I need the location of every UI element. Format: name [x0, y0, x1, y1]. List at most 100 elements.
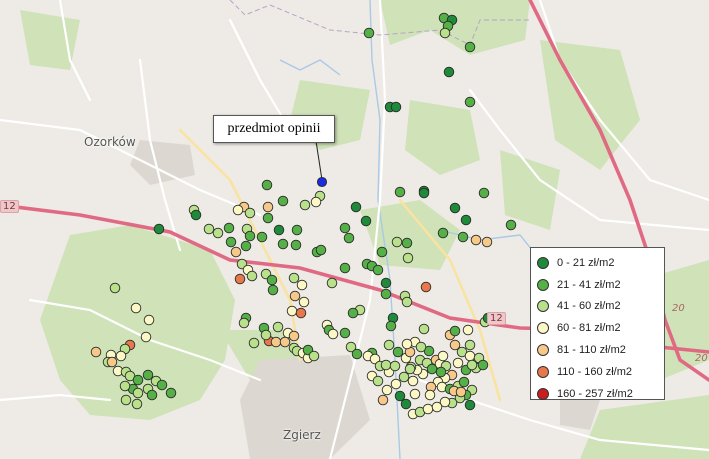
property-marker[interactable]: [449, 202, 461, 214]
property-marker[interactable]: [383, 339, 395, 351]
property-marker[interactable]: [462, 324, 474, 336]
property-marker[interactable]: [326, 277, 338, 289]
property-marker[interactable]: [339, 262, 351, 274]
property-marker[interactable]: [109, 282, 121, 294]
property-marker[interactable]: [248, 337, 260, 349]
property-marker[interactable]: [464, 350, 476, 362]
property-marker[interactable]: [339, 222, 351, 234]
property-marker[interactable]: [130, 302, 142, 314]
property-marker[interactable]: [308, 350, 320, 362]
property-marker[interactable]: [132, 387, 144, 399]
property-marker[interactable]: [424, 389, 436, 401]
property-marker[interactable]: [266, 274, 278, 286]
property-marker[interactable]: [390, 378, 402, 390]
property-marker[interactable]: [298, 296, 310, 308]
property-marker[interactable]: [398, 371, 410, 383]
property-marker[interactable]: [435, 366, 447, 378]
property-marker[interactable]: [132, 374, 144, 386]
property-marker[interactable]: [90, 346, 102, 358]
property-marker[interactable]: [431, 401, 443, 413]
property-marker[interactable]: [400, 398, 412, 410]
property-marker[interactable]: [131, 398, 143, 410]
property-marker[interactable]: [350, 201, 362, 213]
property-marker[interactable]: [146, 389, 158, 401]
property-marker[interactable]: [238, 317, 250, 329]
property-marker[interactable]: [153, 223, 165, 235]
property-marker[interactable]: [377, 394, 389, 406]
property-marker[interactable]: [273, 224, 285, 236]
property-marker[interactable]: [225, 236, 237, 248]
property-marker[interactable]: [464, 41, 476, 53]
property-marker[interactable]: [234, 273, 246, 285]
property-marker[interactable]: [481, 236, 493, 248]
property-marker[interactable]: [381, 384, 393, 396]
property-marker[interactable]: [439, 27, 451, 39]
property-marker[interactable]: [291, 224, 303, 236]
property-marker[interactable]: [232, 204, 244, 216]
property-marker[interactable]: [272, 321, 284, 333]
property-marker[interactable]: [246, 270, 258, 282]
property-marker[interactable]: [190, 209, 202, 221]
property-marker[interactable]: [343, 232, 355, 244]
property-marker[interactable]: [455, 386, 467, 398]
property-marker[interactable]: [267, 284, 279, 296]
property-marker[interactable]: [286, 305, 298, 317]
property-marker[interactable]: [390, 101, 402, 113]
property-marker[interactable]: [223, 222, 235, 234]
property-marker[interactable]: [460, 214, 472, 226]
property-marker[interactable]: [256, 231, 268, 243]
property-marker[interactable]: [244, 207, 256, 219]
property-marker[interactable]: [404, 363, 416, 375]
property-marker[interactable]: [165, 387, 177, 399]
property-marker[interactable]: [389, 360, 401, 372]
property-marker[interactable]: [115, 350, 127, 362]
property-marker[interactable]: [347, 307, 359, 319]
property-marker[interactable]: [409, 388, 421, 400]
property-marker[interactable]: [142, 369, 154, 381]
property-marker[interactable]: [288, 272, 300, 284]
property-marker[interactable]: [457, 231, 469, 243]
property-marker[interactable]: [288, 330, 300, 342]
property-marker[interactable]: [120, 394, 132, 406]
property-marker[interactable]: [426, 363, 438, 375]
property-marker[interactable]: [290, 239, 302, 251]
property-marker[interactable]: [478, 187, 490, 199]
property-marker[interactable]: [458, 376, 470, 388]
property-marker[interactable]: [394, 390, 406, 402]
property-marker[interactable]: [299, 199, 311, 211]
property-marker[interactable]: [260, 329, 272, 341]
property-marker[interactable]: [401, 338, 413, 350]
property-marker[interactable]: [262, 212, 274, 224]
property-marker[interactable]: [315, 244, 327, 256]
property-marker[interactable]: [437, 350, 449, 362]
property-marker[interactable]: [296, 279, 308, 291]
property-marker[interactable]: [443, 66, 455, 78]
property-marker[interactable]: [505, 219, 517, 231]
property-marker[interactable]: [279, 336, 291, 348]
property-marker[interactable]: [270, 336, 282, 348]
subject-property-marker[interactable]: [316, 176, 328, 188]
property-marker[interactable]: [240, 240, 252, 252]
property-marker[interactable]: [327, 328, 339, 340]
property-marker[interactable]: [262, 201, 274, 213]
property-marker[interactable]: [415, 341, 427, 353]
property-marker[interactable]: [244, 230, 256, 242]
property-marker[interactable]: [212, 227, 224, 239]
property-marker[interactable]: [394, 186, 406, 198]
property-marker[interactable]: [401, 296, 413, 308]
property-marker[interactable]: [339, 327, 351, 339]
property-marker[interactable]: [372, 375, 384, 387]
property-marker[interactable]: [464, 399, 476, 411]
property-marker[interactable]: [407, 375, 419, 387]
property-marker[interactable]: [277, 238, 289, 250]
property-marker[interactable]: [452, 357, 464, 369]
property-marker[interactable]: [143, 314, 155, 326]
property-marker[interactable]: [422, 403, 434, 415]
property-marker[interactable]: [392, 346, 404, 358]
property-marker[interactable]: [380, 288, 392, 300]
property-marker[interactable]: [203, 223, 215, 235]
property-marker[interactable]: [437, 227, 449, 239]
property-marker[interactable]: [363, 27, 375, 39]
property-marker[interactable]: [380, 277, 392, 289]
property-marker[interactable]: [391, 236, 403, 248]
